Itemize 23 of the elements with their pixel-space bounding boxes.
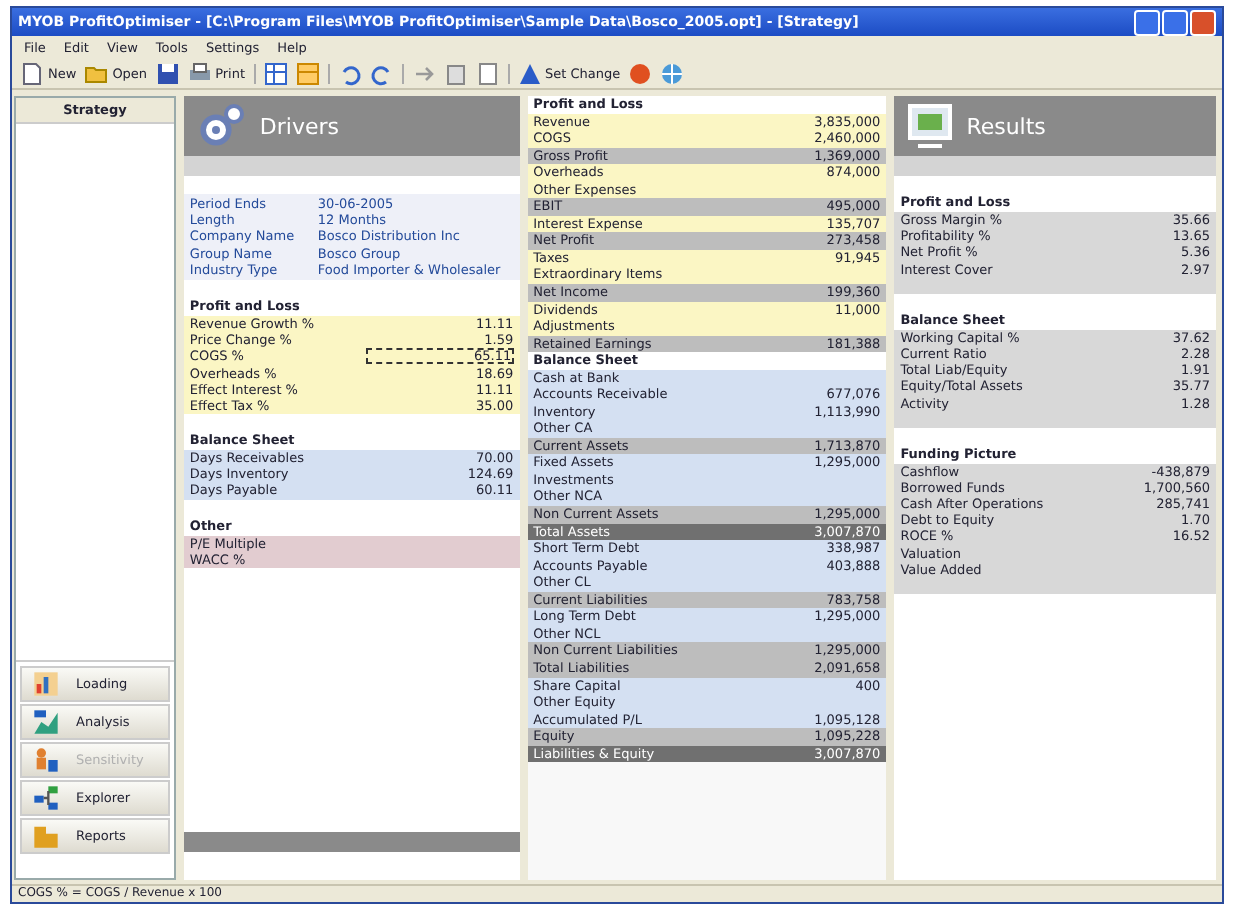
maximize-button[interactable] [1162,9,1188,35]
triangle-icon [517,62,542,86]
globe-icon[interactable] [660,62,685,86]
folder-icon [84,62,109,86]
arrow-icon[interactable] [411,62,436,86]
table-icon[interactable] [295,62,320,86]
grid-icon[interactable] [263,62,288,86]
close-button[interactable] [1190,9,1216,35]
redo-icon[interactable] [369,62,394,86]
document-icon [20,62,44,86]
minimize-button[interactable] [1134,9,1160,35]
network-icon [28,784,64,812]
ball-icon[interactable] [628,62,653,86]
monitor-icon [906,102,955,150]
folder-icon [28,822,64,850]
gears-icon [195,102,248,150]
page-icon[interactable] [475,62,500,86]
panel-title: Results [966,113,1046,139]
chart-icon [28,708,64,736]
chart-icon [28,670,64,698]
undo-icon[interactable] [337,62,362,86]
printer-icon [187,62,212,86]
panel-title: Drivers [259,113,340,139]
